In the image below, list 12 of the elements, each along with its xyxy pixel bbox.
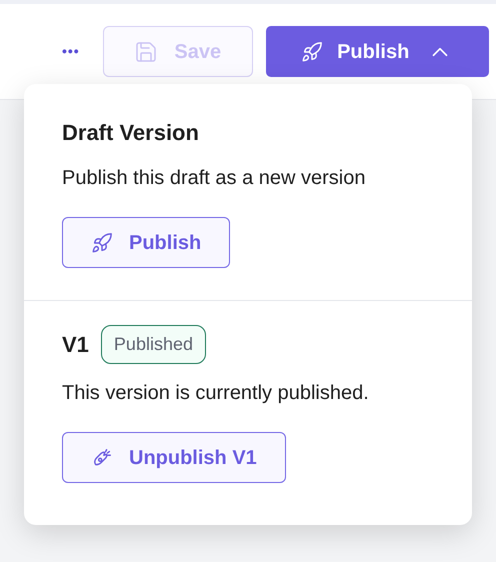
- section-title: V1: [62, 331, 89, 359]
- rocket-icon: [301, 40, 324, 62]
- save-icon: [134, 40, 158, 64]
- publish-button[interactable]: Publish: [266, 26, 489, 77]
- status-badge: Published: [100, 325, 206, 364]
- rocket-icon: [91, 232, 113, 254]
- publish-button[interactable]: Publish: [62, 217, 230, 268]
- section-description: This version is currently published.: [62, 381, 370, 406]
- more-button[interactable]: •••: [52, 26, 90, 77]
- unpublish-button[interactable]: Unpublish V1: [62, 432, 286, 483]
- section-description: Publish this draft as a new version: [62, 166, 366, 191]
- section-title: Draft Version: [62, 119, 199, 147]
